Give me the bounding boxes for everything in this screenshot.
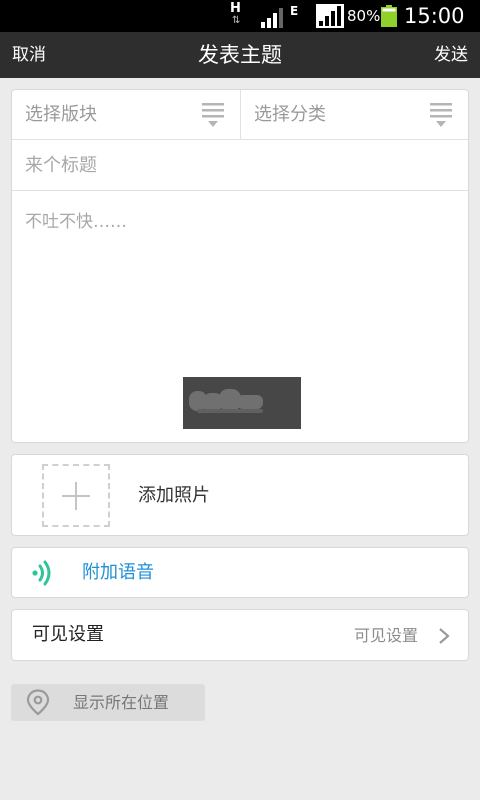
toast-overlay [183,377,301,429]
signal-strength-icon [261,8,283,28]
list-dropdown-icon [202,103,224,127]
page-title: 发表主题 [198,43,282,67]
title-bar: 取消 发表主题 发送 [0,32,480,78]
category-selector[interactable]: 选择分类 [240,90,468,140]
body-input[interactable] [25,207,455,357]
title-input-row [12,140,468,191]
toast-graphic [189,389,263,413]
network-type-h: H [230,1,241,16]
title-input[interactable] [25,152,445,178]
body-input-area [12,191,468,442]
category-selector-label: 选择分类 [254,104,326,125]
visibility-value: 可见设置 [353,626,418,645]
attach-voice-card[interactable]: 附加语音 [11,547,469,598]
clock: 15:00 [404,4,465,28]
visibility-settings-row[interactable]: 可见设置 可见设置 [11,609,469,661]
plus-icon-vertical [75,482,77,510]
data-transfer-icon: ⇅ [232,15,241,26]
sound-wave-icon [32,560,51,586]
visibility-label: 可见设置 [32,624,104,645]
show-location-button[interactable]: 显示所在位置 [11,684,205,721]
board-selector-label: 选择版块 [25,104,97,125]
attach-voice-label: 附加语音 [82,562,154,583]
add-photo-button[interactable] [42,464,110,527]
show-location-label: 显示所在位置 [73,693,170,712]
send-button[interactable]: 发送 [434,44,468,66]
selector-row: 选择版块 选择分类 [12,90,468,140]
battery-percent: 80% [347,7,381,25]
network-type-e: E [290,4,299,18]
add-photo-card[interactable]: 添加照片 [11,454,469,536]
status-bar: H ⇅ E 80% 15:00 [0,0,480,32]
location-pin-icon [26,689,50,716]
compose-card: 选择版块 选择分类 [11,89,469,443]
board-selector[interactable]: 选择版块 [12,90,240,140]
chevron-right-icon [439,628,450,644]
signal-strength-icon-2 [316,4,344,28]
add-photo-label: 添加照片 [138,485,210,506]
list-dropdown-icon [430,103,452,127]
battery-icon [381,5,397,27]
